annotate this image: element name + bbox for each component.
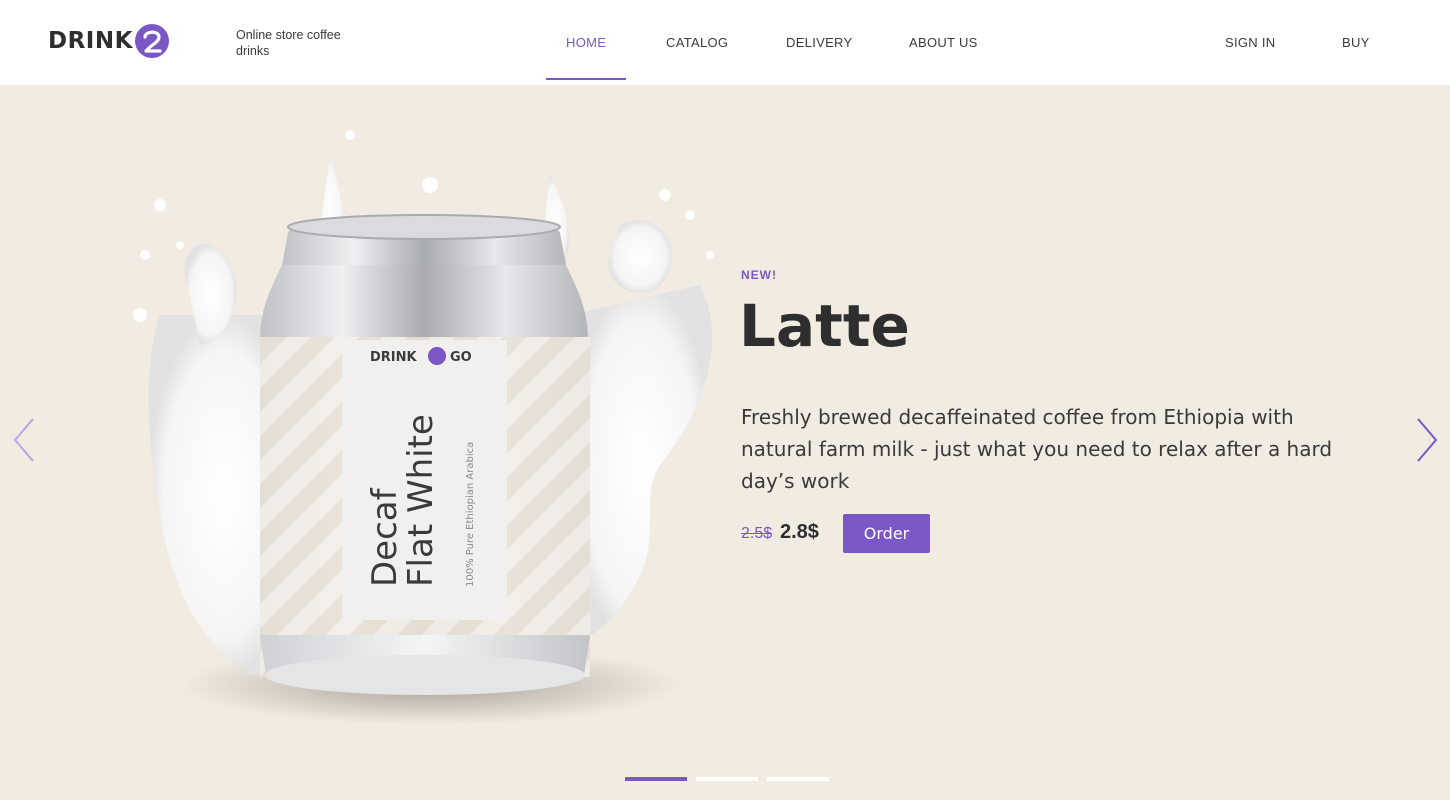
can-sub-label: 100% Pure Ethiopian Arabica [465, 442, 476, 587]
number-two-logo-icon [134, 23, 170, 59]
logo[interactable]: DRINK [48, 22, 170, 60]
slider-dot-2[interactable] [696, 777, 758, 781]
nav-about-us[interactable]: ABOUT US [909, 35, 978, 50]
nav-catalog[interactable]: CATALOG [666, 35, 728, 50]
current-price: 2.8$ [780, 521, 819, 543]
nav-home[interactable]: HOME [566, 35, 606, 50]
chevron-right-icon[interactable] [1412, 415, 1442, 465]
sign-in-link[interactable]: SIGN IN [1225, 35, 1276, 50]
logo-text: DRINK [48, 28, 133, 54]
can-name-line2: Flat White [401, 414, 441, 587]
slider-dot-1[interactable] [625, 777, 687, 781]
slider-dot-3[interactable] [767, 777, 829, 781]
can-brand-go-text: GO [450, 350, 472, 365]
can-brand-text: DRINK [370, 350, 418, 365]
order-button[interactable]: Order [843, 514, 930, 553]
old-price: 2.5$ [741, 525, 773, 542]
can-logo-icon [428, 347, 446, 365]
chevron-left-icon[interactable] [9, 415, 39, 465]
buy-link[interactable]: BUY [1342, 35, 1370, 50]
nav-active-indicator [546, 78, 626, 80]
product-can-image: DRINK GO Decaf Flat White 100% Pure Ethi… [100, 115, 740, 755]
hero-slider: DRINK GO Decaf Flat White 100% Pure Ethi… [0, 85, 1450, 800]
product-title: Latte [739, 292, 910, 360]
can-name-line1: Decaf [365, 487, 405, 587]
product-description: Freshly brewed decaffeinated coffee from… [741, 405, 1333, 493]
new-badge: NEW! [741, 268, 777, 282]
site-header: DRINK Online store coffee drinks HOME CA… [0, 0, 1450, 85]
nav-delivery[interactable]: DELIVERY [786, 35, 852, 50]
tagline: Online store coffee drinks [236, 28, 341, 58]
slider-pagination [625, 777, 838, 781]
